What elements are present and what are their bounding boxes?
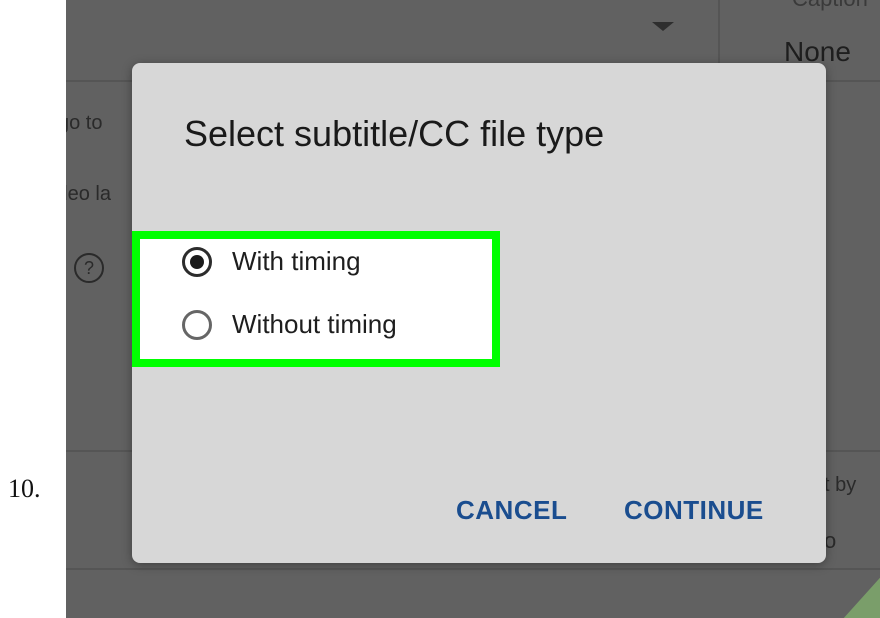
step-number: 10. [8,474,41,503]
radio-unselected-icon[interactable] [182,309,212,340]
divider [718,0,720,70]
radio-selected-icon[interactable] [182,246,212,277]
dialog-title: Select subtitle/CC file type [184,113,605,154]
option-label: With timing [232,246,361,276]
background-text: go to [66,112,103,134]
option-without-timing[interactable]: Without timing [182,309,397,340]
help-circle-icon[interactable]: ? [74,253,104,283]
continue-button[interactable]: CONTINUE [624,495,764,526]
option-with-timing[interactable]: With timing [182,246,361,277]
background-text: ideo la [66,183,111,205]
caption-label: Caption [792,0,868,12]
option-label: Without timing [232,309,397,339]
cancel-button[interactable]: CANCEL [456,495,567,526]
background-text: t by [824,474,857,496]
chevron-down-icon[interactable] [652,22,674,31]
divider [66,568,880,570]
file-type-dialog: Select subtitle/CC file type With timing… [132,63,826,563]
